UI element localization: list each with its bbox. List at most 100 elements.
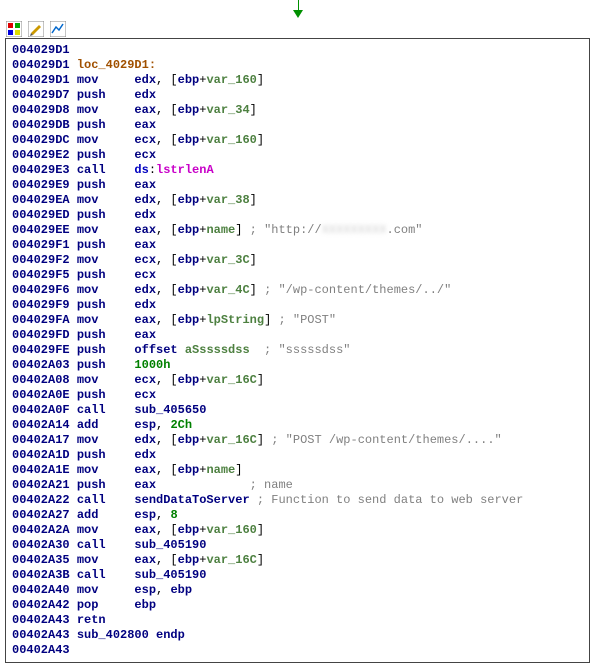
address[interactable]: 004029FD [12,328,70,342]
mnemonic: push [77,388,135,402]
address[interactable]: 00402A2A [12,523,70,537]
address[interactable]: 004029E9 [12,178,70,192]
mnemonic: mov [77,433,135,447]
address[interactable]: 00402A0E [12,388,70,402]
mnemonic: add [77,508,135,522]
color-palette-icon[interactable] [6,21,22,37]
mnemonic: call [77,568,135,582]
address[interactable]: 004029E3 [12,163,70,177]
address[interactable]: 004029D1 [12,73,70,87]
disasm-line: 00402A43 sub_402800 endp [12,628,583,643]
disasm-line: 00402A22 call sendDataToServer ; Functio… [12,493,583,508]
disasm-line: 004029F9 push edx [12,298,583,313]
address[interactable]: 00402A14 [12,418,70,432]
address[interactable]: 00402A30 [12,538,70,552]
address[interactable]: 004029D1 [12,43,70,57]
address[interactable]: 00402A08 [12,373,70,387]
disasm-line: 004029EA mov edx, [ebp+var_38] [12,193,583,208]
mnemonic: call [77,403,135,417]
disasm-line: 00402A40 mov esp, ebp [12,583,583,598]
disasm-line: 00402A21 push eax ; name [12,478,583,493]
disasm-line: 00402A03 push 1000h [12,358,583,373]
mnemonic: mov [77,223,135,237]
address[interactable]: 004029DB [12,118,70,132]
disasm-line: 004029E3 call ds:lstrlenA [12,163,583,178]
address[interactable]: 00402A43 [12,628,70,642]
address[interactable]: 00402A43 [12,643,70,657]
address[interactable]: 004029F1 [12,238,70,252]
mnemonic: push [77,118,135,132]
disasm-line: 00402A2A mov eax, [ebp+var_160] [12,523,583,538]
mnemonic: push [77,343,135,357]
address[interactable]: 004029F5 [12,268,70,282]
address[interactable]: 004029F9 [12,298,70,312]
disasm-line: 004029FD push eax [12,328,583,343]
address[interactable]: 00402A17 [12,433,70,447]
edit-icon[interactable] [28,21,44,37]
mnemonic: push [77,358,135,372]
mnemonic: call [77,163,135,177]
mnemonic: add [77,418,135,432]
mnemonic: mov [77,463,135,477]
address[interactable]: 00402A43 [12,613,70,627]
mnemonic: mov [77,373,135,387]
address[interactable]: 00402A35 [12,553,70,567]
address[interactable]: 004029FE [12,343,70,357]
address[interactable]: 00402A40 [12,583,70,597]
address[interactable]: 004029DC [12,133,70,147]
mnemonic: mov [77,133,135,147]
disasm-line: 00402A30 call sub_405190 [12,538,583,553]
mnemonic: mov [77,193,135,207]
address[interactable]: 00402A0F [12,403,70,417]
disasm-line: 004029DB push eax [12,118,583,133]
address[interactable]: 004029ED [12,208,70,222]
address[interactable]: 00402A22 [12,493,70,507]
address[interactable]: 004029EE [12,223,70,237]
disasm-line: 004029D1 loc_4029D1: [12,58,583,73]
address[interactable]: 004029D7 [12,88,70,102]
address[interactable]: 004029FA [12,313,70,327]
address[interactable]: 004029F2 [12,253,70,267]
address[interactable]: 004029D1 [12,58,70,72]
disasm-line: 004029D1 mov edx, [ebp+var_160] [12,73,583,88]
mnemonic: mov [77,523,135,537]
mnemonic: push [77,178,135,192]
mnemonic: push [77,448,135,462]
address[interactable]: 00402A1E [12,463,70,477]
address[interactable]: 00402A42 [12,598,70,612]
disasm-line: 004029F6 mov edx, [ebp+var_4C] ; "/wp-co… [12,283,583,298]
disasm-line: 00402A1D push edx [12,448,583,463]
disasm-line: 004029D1 [12,43,583,58]
mnemonic: mov [77,583,135,597]
address[interactable]: 004029E2 [12,148,70,162]
mnemonic: mov [77,283,135,297]
graph-icon[interactable] [50,21,66,37]
disasm-line: 00402A3B call sub_405190 [12,568,583,583]
address[interactable]: 00402A27 [12,508,70,522]
address[interactable]: 004029EA [12,193,70,207]
disasm-line: 00402A08 mov ecx, [ebp+var_16C] [12,373,583,388]
mnemonic: push [77,238,135,252]
disasm-line: 004029FE push offset aSssssdss ; "sssssd… [12,343,583,358]
address[interactable]: 00402A3B [12,568,70,582]
address[interactable]: 00402A21 [12,478,70,492]
disassembly-panel: 004029D1 004029D1 loc_4029D1:004029D1 mo… [5,38,590,663]
disasm-line: 00402A43 retn [12,613,583,628]
disasm-line: 00402A1E mov eax, [ebp+name] [12,463,583,478]
disasm-line: 004029E2 push ecx [12,148,583,163]
mnemonic: mov [77,313,135,327]
mnemonic: pop [77,598,135,612]
address[interactable]: 00402A03 [12,358,70,372]
address[interactable]: 004029F6 [12,283,70,297]
mnemonic: push [77,328,135,342]
mnemonic: push [77,298,135,312]
address[interactable]: 00402A1D [12,448,70,462]
disasm-line: 004029D8 mov eax, [ebp+var_34] [12,103,583,118]
disasm-line: 004029D7 push edx [12,88,583,103]
disasm-line: 004029F1 push eax [12,238,583,253]
disasm-line: 00402A35 mov eax, [ebp+var_16C] [12,553,583,568]
address[interactable]: 004029D8 [12,103,70,117]
disasm-line: 00402A43 [12,643,583,658]
disasm-line: 004029FA mov eax, [ebp+lpString] ; "POST… [12,313,583,328]
disasm-line: 004029DC mov ecx, [ebp+var_160] [12,133,583,148]
